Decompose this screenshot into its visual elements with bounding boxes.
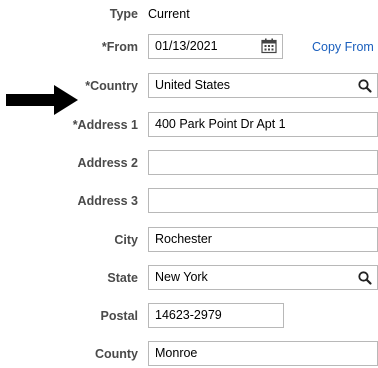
county-label: County bbox=[94, 347, 138, 361]
postal-field[interactable]: 14623-2979 bbox=[148, 303, 284, 328]
search-icon[interactable] bbox=[357, 78, 373, 94]
country-field[interactable]: United States bbox=[148, 73, 378, 98]
address3-field[interactable] bbox=[148, 188, 378, 213]
state-field[interactable]: New York bbox=[148, 265, 378, 290]
address1-value: 400 Park Point Dr Apt 1 bbox=[155, 117, 286, 131]
address2-label: Address 2 bbox=[77, 156, 138, 170]
arrow-right-icon bbox=[6, 85, 78, 115]
county-field[interactable]: Monroe bbox=[148, 341, 378, 366]
postal-label: Postal bbox=[100, 309, 138, 323]
search-icon[interactable] bbox=[357, 270, 373, 286]
city-value: Rochester bbox=[155, 232, 212, 246]
country-label: *Country bbox=[85, 79, 138, 93]
city-label: City bbox=[114, 233, 138, 247]
from-label: *From bbox=[101, 40, 138, 54]
state-value: New York bbox=[155, 270, 208, 284]
calendar-icon[interactable] bbox=[261, 38, 277, 54]
from-date-value: 01/13/2021 bbox=[155, 39, 218, 53]
address1-field[interactable]: 400 Park Point Dr Apt 1 bbox=[148, 112, 378, 137]
type-label: Type bbox=[109, 7, 138, 21]
type-value: Current bbox=[148, 7, 190, 21]
postal-value: 14623-2979 bbox=[155, 308, 222, 322]
state-label: State bbox=[107, 271, 138, 285]
address3-label: Address 3 bbox=[77, 194, 138, 208]
copy-from-link[interactable]: Copy From bbox=[312, 40, 374, 54]
address2-field[interactable] bbox=[148, 150, 378, 175]
county-value: Monroe bbox=[155, 346, 198, 360]
country-value: United States bbox=[155, 78, 231, 92]
address1-label: *Address 1 bbox=[72, 118, 138, 132]
city-field[interactable]: Rochester bbox=[148, 227, 378, 252]
